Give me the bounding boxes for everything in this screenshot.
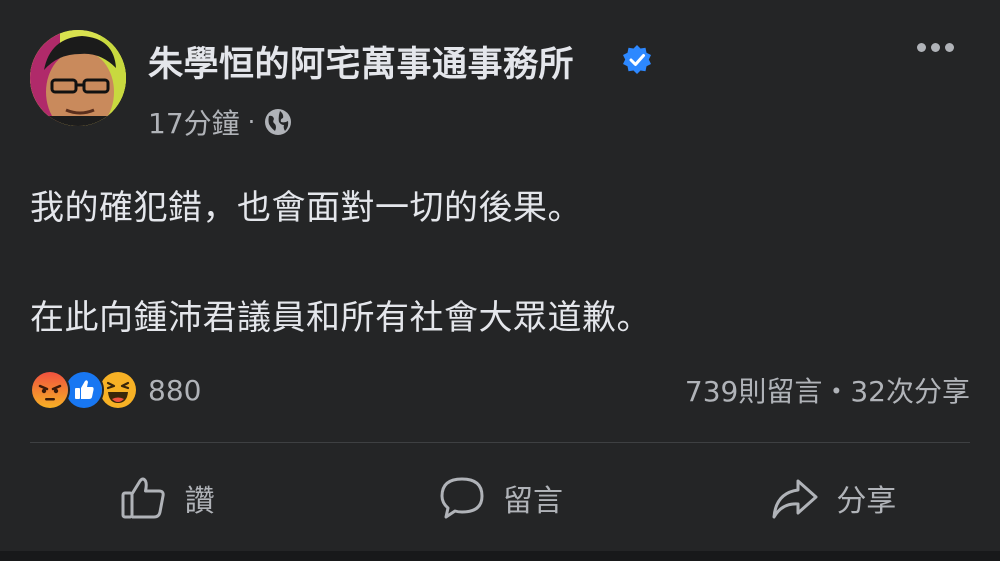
engagement-summary[interactable]: 739則留言・32次分享 xyxy=(685,370,970,410)
post-timestamp[interactable]: 17分鐘 xyxy=(148,102,240,142)
post-actions: 讚 留言 分享 xyxy=(0,465,1000,531)
author-name[interactable]: 朱學恒的阿宅萬事通事務所 xyxy=(148,36,574,87)
like-label: 讚 xyxy=(184,484,215,519)
feed-separator xyxy=(0,551,1000,561)
more-dot xyxy=(916,42,926,52)
comment-bubble-icon xyxy=(437,473,487,523)
like-button[interactable]: 讚 xyxy=(0,465,333,531)
globe-icon[interactable] xyxy=(263,107,293,137)
meta-separator: · xyxy=(247,108,256,136)
more-options-button[interactable] xyxy=(905,30,965,64)
more-dot xyxy=(944,42,954,52)
share-label: 分享 xyxy=(836,484,897,519)
comment-label: 留言 xyxy=(502,484,563,519)
post-meta: 17分鐘 · xyxy=(148,102,293,142)
avatar-image xyxy=(30,30,126,126)
like-icon xyxy=(64,370,104,410)
post-text-line: 我的確犯錯，也會面對一切的後果。 xyxy=(30,188,582,228)
more-dot xyxy=(930,42,940,52)
angry-icon xyxy=(30,370,70,410)
verified-badge-icon xyxy=(621,44,653,76)
facebook-post: 朱學恒的阿宅萬事通事務所 17分鐘 · 我的確犯錯，也會面對一切的後果。 在此向… xyxy=(0,0,1000,561)
share-button[interactable]: 分享 xyxy=(667,465,1000,531)
reaction-count: 880 xyxy=(148,373,202,407)
share-arrow-icon xyxy=(770,473,820,523)
reactions-summary[interactable]: 880 xyxy=(30,370,201,410)
divider xyxy=(30,442,970,443)
comment-button[interactable]: 留言 xyxy=(333,465,666,531)
haha-icon xyxy=(98,370,138,410)
avatar[interactable] xyxy=(30,30,126,126)
thumbs-up-icon xyxy=(119,473,169,523)
post-text-line: 在此向鍾沛君議員和所有社會大眾道歉。 xyxy=(30,298,651,338)
